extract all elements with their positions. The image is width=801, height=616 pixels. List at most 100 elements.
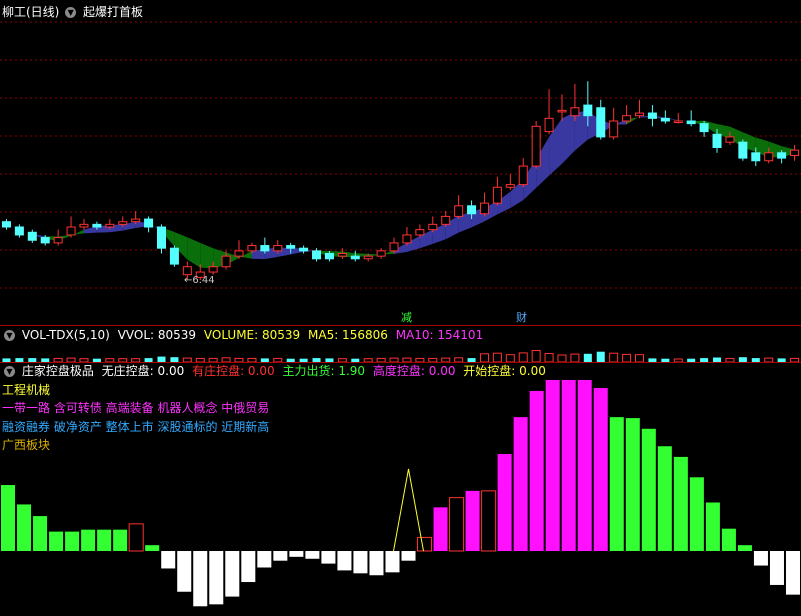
candle-body: [738, 141, 748, 159]
chevron-down-icon[interactable]: ▼: [4, 330, 15, 341]
candle-body: [479, 202, 489, 215]
indicator-bar: [193, 551, 208, 607]
indicator-bar: [641, 428, 656, 551]
ma10-value: MA10: 154101: [395, 328, 484, 342]
price-chart[interactable]: [0, 0, 801, 325]
candle-body: [182, 266, 192, 276]
candle-body: [221, 255, 231, 268]
indicator-bar: [81, 529, 96, 551]
volume-bar: [492, 352, 502, 363]
industry-label: 工程机械: [2, 383, 51, 397]
indicator-bar: [289, 551, 304, 557]
indicator-bar: [529, 390, 544, 551]
concepts-line-2: 融资融券 破净资产 整体上市 深股通标的 近期新高: [2, 420, 270, 434]
indicator-bar: [753, 551, 768, 566]
candle-body: [286, 245, 296, 249]
marker-cai: 财: [516, 311, 527, 324]
indicator-bar: [177, 551, 192, 592]
candle-body: [764, 152, 774, 162]
indicator-bar: [49, 531, 64, 551]
volume-bar: [570, 353, 580, 363]
candle-body: [234, 250, 244, 257]
candle-body: [454, 205, 464, 217]
volume-bar: [609, 352, 619, 363]
candle-body: [596, 107, 606, 138]
volume-bar: [518, 352, 528, 363]
ma-ribbon-segment: [574, 111, 588, 151]
candle-body: [415, 229, 425, 236]
candle-body: [376, 250, 386, 257]
candle-body: [505, 184, 515, 188]
indicator-bar: [17, 504, 32, 551]
indicator-item-3: 高度控盘: 0.00: [372, 364, 456, 378]
candle-body: [609, 120, 619, 138]
indicator-panel-name[interactable]: 庄家控盘极品: [22, 364, 94, 378]
volume-value: VOLUME: 80539: [203, 328, 301, 342]
candle-body: [544, 117, 554, 133]
chevron-down-icon[interactable]: ▼: [4, 366, 15, 377]
volume-bar: [635, 354, 645, 363]
indicator-bar: [561, 380, 576, 551]
indicator-header: ▼ 庄家控盘极品 无庄控盘: 0.00 有庄控盘: 0.00 主力出货: 1.9…: [2, 362, 546, 380]
ma-ribbon-segment: [200, 242, 214, 269]
candle-body: [790, 149, 800, 156]
candle-body: [92, 223, 102, 228]
vvol-value: VVOL: 80539: [117, 328, 197, 342]
volume-bar: [479, 353, 489, 363]
candle-body: [260, 245, 270, 252]
indicator-bar: [721, 528, 736, 551]
candle-body: [673, 120, 683, 123]
volume-indicator-name[interactable]: VOL-TDX(5,10): [22, 328, 110, 342]
indicator-bar: [337, 551, 352, 571]
indicator-bar: [785, 551, 800, 595]
volume-bar: [544, 353, 554, 363]
volume-bar: [583, 353, 592, 362]
region-label: 广西板块: [2, 438, 51, 452]
candle-body: [273, 245, 283, 252]
candle-body: [337, 253, 347, 257]
candle-body: [699, 123, 709, 133]
candle-body: [40, 237, 50, 244]
indicator-bar: [273, 551, 288, 561]
candle-body: [492, 186, 502, 204]
candle-body: [751, 152, 761, 162]
indicator-bar: [321, 551, 336, 564]
indicator-item-4: 开始控盘: 0.00: [463, 364, 546, 378]
candle-body: [299, 247, 309, 252]
indicator-bar: [465, 490, 480, 551]
indicator-item-1: 有庄控盘: 0.00: [192, 364, 275, 378]
indicator-bar: [689, 477, 704, 551]
indicator-bar: [737, 545, 752, 551]
indicator-bar: [625, 418, 640, 551]
candle-body: [725, 136, 735, 143]
ma5-value: MA5: 156806: [308, 328, 388, 342]
volume-header: ▼ VOL-TDX(5,10) VVOL: 80539 VOLUME: 8053…: [2, 326, 483, 344]
indicator-bar: [1, 485, 16, 551]
low-price-label: ←6.44: [184, 275, 215, 286]
indicator-item-2: 主力出货: 1.90: [282, 364, 366, 378]
indicator-bar: [305, 551, 320, 559]
indicator-bar: [769, 551, 784, 585]
candle-body: [402, 234, 412, 244]
candle-body: [583, 104, 593, 117]
candle-body: [557, 109, 567, 113]
candle-body: [324, 253, 334, 260]
ma-ribbon-segment: [187, 237, 201, 268]
indicator-bar: [209, 551, 224, 605]
candle-body: [312, 250, 322, 260]
indicator-bar: [673, 456, 688, 551]
candle-body: [441, 215, 451, 225]
indicator-bar: [417, 536, 433, 552]
indicator-bar: [257, 551, 272, 568]
indicator-item-0: 无庄控盘: 0.00: [101, 364, 185, 378]
candle-body: [1, 221, 11, 228]
candle-body: [647, 112, 657, 119]
volume-chart[interactable]: [0, 343, 801, 363]
volume-bar: [505, 354, 515, 363]
candle-body: [467, 205, 477, 215]
candle-body: [389, 242, 399, 252]
candle-body: [144, 218, 154, 228]
candle-body: [208, 266, 218, 273]
indicator-bar: [113, 529, 128, 551]
candle-body: [27, 231, 37, 241]
